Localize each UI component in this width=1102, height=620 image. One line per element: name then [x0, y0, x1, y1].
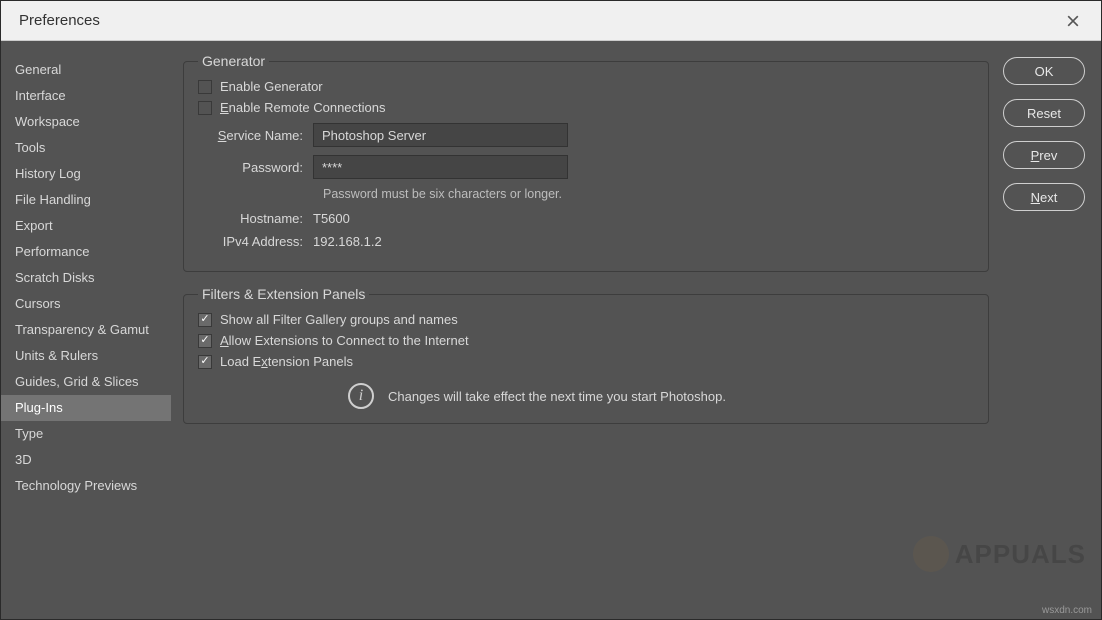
load-extension-checkbox[interactable]	[198, 355, 212, 369]
enable-generator-row[interactable]: Enable Generator	[198, 79, 974, 94]
enable-remote-row[interactable]: Enable Remote Connections	[198, 100, 974, 115]
sidebar-item-general[interactable]: General	[1, 57, 171, 83]
allow-extensions-label: Allow Extensions to Connect to the Inter…	[220, 333, 469, 348]
service-name-label: Service Name:	[198, 128, 313, 143]
info-row: i Changes will take effect the next time…	[198, 383, 974, 409]
sidebar-item-history-log[interactable]: History Log	[1, 161, 171, 187]
filters-legend: Filters & Extension Panels	[198, 286, 369, 302]
service-name-input[interactable]	[313, 123, 568, 147]
password-row: Password:	[198, 155, 974, 179]
sidebar-item-3d[interactable]: 3D	[1, 447, 171, 473]
settings-pane: Generator Enable Generator Enable Remote…	[171, 49, 995, 609]
allow-extensions-checkbox[interactable]	[198, 334, 212, 348]
sidebar-item-guides-grid-slices[interactable]: Guides, Grid & Slices	[1, 369, 171, 395]
dialog-buttons: OK Reset Prev Next	[995, 49, 1091, 609]
show-all-filter-checkbox[interactable]	[198, 313, 212, 327]
ipv4-label: IPv4 Address:	[198, 234, 313, 249]
sidebar-item-cursors[interactable]: Cursors	[1, 291, 171, 317]
enable-remote-checkbox[interactable]	[198, 101, 212, 115]
load-extension-label: Load Extension Panels	[220, 354, 353, 369]
dialog-body: GeneralInterfaceWorkspaceToolsHistory Lo…	[1, 41, 1101, 619]
enable-remote-label: Enable Remote Connections	[220, 100, 386, 115]
password-hint: Password must be six characters or longe…	[323, 187, 974, 201]
next-button[interactable]: Next	[1003, 183, 1085, 211]
hostname-label: Hostname:	[198, 211, 313, 226]
sidebar-item-interface[interactable]: Interface	[1, 83, 171, 109]
reset-button[interactable]: Reset	[1003, 99, 1085, 127]
info-text: Changes will take effect the next time y…	[388, 389, 726, 404]
service-name-row: Service Name:	[198, 123, 974, 147]
window-title: Preferences	[11, 12, 100, 29]
password-input[interactable]	[313, 155, 568, 179]
generator-group: Generator Enable Generator Enable Remote…	[183, 53, 989, 272]
show-all-filter-row[interactable]: Show all Filter Gallery groups and names	[198, 312, 974, 327]
sidebar-item-workspace[interactable]: Workspace	[1, 109, 171, 135]
sidebar-item-tools[interactable]: Tools	[1, 135, 171, 161]
info-icon: i	[348, 383, 374, 409]
allow-extensions-row[interactable]: Allow Extensions to Connect to the Inter…	[198, 333, 974, 348]
load-extension-row[interactable]: Load Extension Panels	[198, 354, 974, 369]
ipv4-row: IPv4 Address: 192.168.1.2	[198, 234, 974, 249]
category-sidebar: GeneralInterfaceWorkspaceToolsHistory Lo…	[1, 49, 171, 609]
sidebar-item-performance[interactable]: Performance	[1, 239, 171, 265]
sidebar-item-plug-ins[interactable]: Plug-Ins	[1, 395, 171, 421]
generator-legend: Generator	[198, 53, 269, 69]
preferences-window: Preferences GeneralInterfaceWorkspaceToo…	[0, 0, 1102, 620]
show-all-filter-label: Show all Filter Gallery groups and names	[220, 312, 458, 327]
sidebar-item-technology-previews[interactable]: Technology Previews	[1, 473, 171, 499]
sidebar-item-scratch-disks[interactable]: Scratch Disks	[1, 265, 171, 291]
titlebar: Preferences	[1, 1, 1101, 41]
sidebar-item-type[interactable]: Type	[1, 421, 171, 447]
sidebar-item-transparency-gamut[interactable]: Transparency & Gamut	[1, 317, 171, 343]
sidebar-item-export[interactable]: Export	[1, 213, 171, 239]
close-button[interactable]	[1055, 7, 1091, 35]
filters-group: Filters & Extension Panels Show all Filt…	[183, 286, 989, 424]
hostname-row: Hostname: T5600	[198, 211, 974, 226]
prev-button[interactable]: Prev	[1003, 141, 1085, 169]
password-label: Password:	[198, 160, 313, 175]
enable-generator-label: Enable Generator	[220, 79, 323, 94]
ipv4-value: 192.168.1.2	[313, 234, 382, 249]
ok-button[interactable]: OK	[1003, 57, 1085, 85]
close-icon	[1067, 15, 1079, 27]
sidebar-item-file-handling[interactable]: File Handling	[1, 187, 171, 213]
sidebar-item-units-rulers[interactable]: Units & Rulers	[1, 343, 171, 369]
enable-generator-checkbox[interactable]	[198, 80, 212, 94]
hostname-value: T5600	[313, 211, 350, 226]
